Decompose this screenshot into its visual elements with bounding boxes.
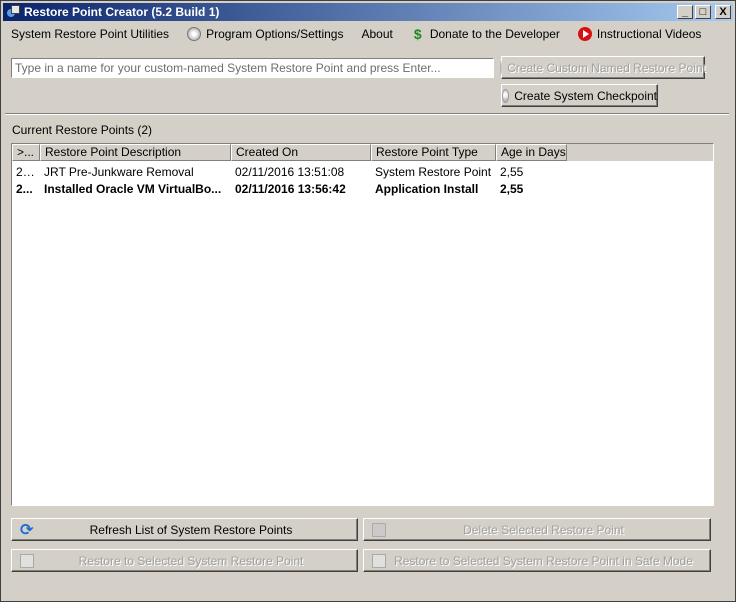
column-header-age[interactable]: Age in Days bbox=[496, 144, 567, 161]
button-label: Restore to Selected System Restore Point bbox=[78, 553, 304, 568]
restore-points-list[interactable]: >... Restore Point Description Created O… bbox=[11, 143, 714, 506]
restore-icon bbox=[500, 60, 503, 75]
window-title: Restore Point Creator (5.2 Build 1) bbox=[24, 5, 220, 19]
menu-label: Program Options/Settings bbox=[206, 27, 344, 41]
cell-type: System Restore Point bbox=[375, 164, 492, 179]
list-row[interactable]: 293 JRT Pre-Junkware Removal 02/11/2016 … bbox=[12, 163, 713, 180]
cell-id: 2... bbox=[16, 181, 33, 196]
button-label: Create Custom Named Restore Point bbox=[507, 60, 706, 75]
restore-icon bbox=[502, 88, 510, 103]
cell-created-on: 02/11/2016 13:51:08 bbox=[235, 164, 345, 179]
minimize-button[interactable]: _ bbox=[677, 5, 693, 19]
cell-description: JRT Pre-Junkware Removal bbox=[44, 164, 194, 179]
button-label: Restore to Selected System Restore Point… bbox=[394, 553, 693, 568]
cell-type: Application Install bbox=[375, 181, 479, 196]
delete-restore-point-button[interactable]: Delete Selected Restore Point bbox=[363, 518, 711, 541]
button-label: Delete Selected Restore Point bbox=[463, 522, 624, 537]
column-header-description[interactable]: Restore Point Description bbox=[40, 144, 231, 161]
maximize-button[interactable]: □ bbox=[695, 5, 711, 19]
menu-instructional-videos[interactable]: Instructional Videos bbox=[570, 23, 712, 45]
menu-label: About bbox=[361, 27, 393, 41]
restore-point-name-input[interactable] bbox=[11, 58, 494, 78]
refresh-list-button[interactable]: Refresh List of System Restore Points bbox=[11, 518, 358, 541]
restore-safe-mode-button[interactable]: Restore to Selected System Restore Point… bbox=[363, 549, 711, 572]
app-icon bbox=[5, 4, 21, 20]
menu-label: System Restore Point Utilities bbox=[11, 27, 170, 41]
title-bar[interactable]: Restore Point Creator (5.2 Build 1) _ □ … bbox=[3, 3, 733, 21]
column-header-id[interactable]: >... bbox=[12, 144, 40, 161]
create-system-checkpoint-button[interactable]: Create System Checkpoint bbox=[501, 84, 658, 107]
column-header-type[interactable]: Restore Point Type bbox=[371, 144, 496, 161]
app-window: Restore Point Creator (5.2 Build 1) _ □ … bbox=[0, 0, 736, 602]
button-label: Refresh List of System Restore Points bbox=[89, 522, 293, 537]
menu-donate[interactable]: $ Donate to the Developer bbox=[403, 23, 570, 45]
menu-about[interactable]: About bbox=[353, 23, 402, 45]
list-row[interactable]: 2... Installed Oracle VM VirtualBo... 02… bbox=[12, 180, 713, 197]
cell-description: Installed Oracle VM VirtualBo... bbox=[44, 181, 222, 196]
button-label: Create System Checkpoint bbox=[514, 88, 657, 103]
restore-points-count-label: Current Restore Points (2) bbox=[12, 123, 153, 137]
menu-label: Donate to the Developer bbox=[429, 27, 560, 41]
restore-screen-icon bbox=[372, 553, 386, 568]
menu-program-options[interactable]: Program Options/Settings bbox=[179, 23, 353, 45]
play-video-icon bbox=[577, 27, 592, 41]
menu-label: Instructional Videos bbox=[596, 27, 702, 41]
menu-system-restore-point-utilities[interactable]: System Restore Point Utilities bbox=[3, 23, 179, 45]
cell-created-on: 02/11/2016 13:56:42 bbox=[235, 181, 346, 196]
column-header-created-on[interactable]: Created On bbox=[231, 144, 371, 161]
restore-to-selected-button[interactable]: Restore to Selected System Restore Point bbox=[11, 549, 358, 572]
trash-icon bbox=[372, 522, 386, 537]
close-button[interactable]: X bbox=[715, 5, 731, 19]
cell-age: 2,55 bbox=[500, 181, 524, 196]
list-header: >... Restore Point Description Created O… bbox=[12, 144, 713, 161]
divider bbox=[5, 113, 729, 115]
create-custom-restore-point-button[interactable]: Create Custom Named Restore Point bbox=[500, 56, 706, 79]
options-disc-icon bbox=[187, 27, 202, 41]
refresh-icon bbox=[20, 520, 34, 540]
cell-id: 293 bbox=[16, 164, 37, 179]
column-header-filler bbox=[567, 144, 713, 161]
menu-bar: System Restore Point Utilities Program O… bbox=[3, 23, 733, 45]
dollar-icon: $ bbox=[413, 26, 422, 42]
cell-age: 2,55 bbox=[500, 164, 524, 179]
restore-screen-icon bbox=[20, 553, 34, 568]
